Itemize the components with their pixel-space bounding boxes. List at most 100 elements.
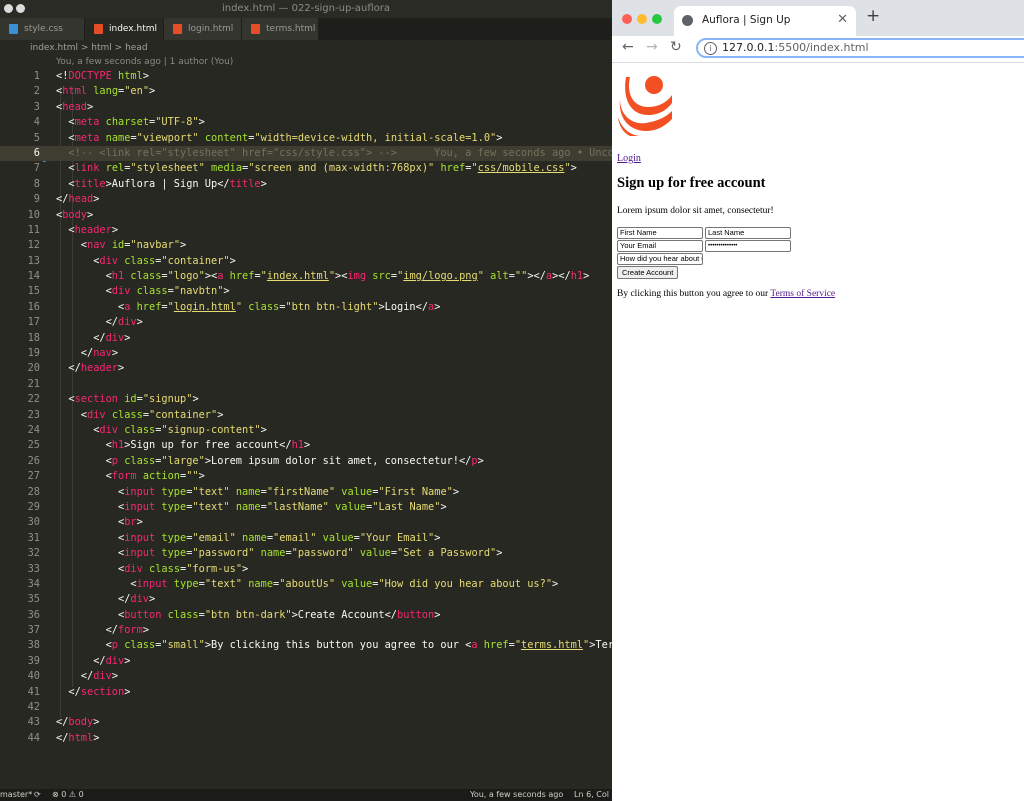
code-line[interactable]: 17 </div> (0, 315, 612, 330)
editor-window-title: index.html — 022-sign-up-auflora (221, 3, 391, 14)
code-line[interactable]: 36 <button class="btn btn-dark">Create A… (0, 608, 612, 623)
browser-tab-title: Auflora | Sign Up (702, 14, 791, 26)
code-line[interactable]: 25 <h1>Sign up for free account</h1> (0, 438, 612, 453)
code-line[interactable]: 13 <div class="container"> (0, 254, 612, 269)
login-link[interactable]: Login (617, 153, 641, 164)
close-window-button[interactable] (622, 14, 632, 24)
blame-status[interactable]: You, a few seconds ago (470, 789, 563, 801)
code-line[interactable]: 24 <div class="signup-content"> (0, 423, 612, 438)
breadcrumb-html[interactable]: html (91, 43, 112, 53)
back-button[interactable]: ← (622, 39, 634, 55)
code-line[interactable]: 31 <input type="email" name="email" valu… (0, 531, 612, 546)
terms-of-service-link[interactable]: Terms of Service (770, 289, 835, 299)
web-page: Login Sign up for free account Lorem ips… (612, 63, 1024, 801)
code-line[interactable]: 34 <input type="text" name="aboutUs" val… (0, 577, 612, 592)
url-text[interactable]: 127.0.0.1:5500/index.html (722, 41, 869, 54)
tab-label: terms.html (266, 24, 316, 34)
code-line[interactable]: 7 <link rel="stylesheet" media="screen a… (0, 161, 612, 176)
first-name-input[interactable]: First Name (617, 227, 703, 239)
code-line[interactable]: 9 </head> (0, 192, 612, 207)
editor-tab-bar: style.css index.html login.html terms.ht… (0, 18, 612, 40)
code-line[interactable]: 41 </section> (0, 685, 612, 700)
code-line[interactable]: 3 <head> (0, 100, 612, 115)
last-name-input[interactable]: Last Name (705, 227, 791, 239)
terms-notice-text: By clicking this button you agree to our (617, 289, 771, 299)
breadcrumb-separator: > (80, 43, 89, 53)
code-line[interactable]: 22 <section id="signup"> (0, 392, 612, 407)
breadcrumb[interactable]: index.html > html > head (0, 40, 612, 56)
code-line[interactable]: 30 <br> (0, 515, 612, 530)
html-file-icon (173, 24, 182, 34)
code-line[interactable]: 43 </body> (0, 715, 612, 730)
code-line[interactable]: 39 </div> (0, 654, 612, 669)
forward-button[interactable]: → (646, 39, 658, 55)
code-line[interactable]: 35 </div> (0, 592, 612, 607)
minimize-window-button[interactable] (637, 14, 647, 24)
code-line[interactable]: 10 <body> (0, 208, 612, 223)
code-line[interactable]: 14 <h1 class="logo"><a href="index.html"… (0, 269, 612, 284)
tab-login-html[interactable]: login.html (164, 18, 241, 40)
css-file-icon (9, 24, 18, 34)
reload-button[interactable]: ↻ (670, 39, 682, 55)
code-line[interactable]: 37 </form> (0, 623, 612, 638)
html-file-icon (94, 24, 103, 34)
html-file-icon (251, 24, 260, 34)
tab-label: index.html (109, 24, 157, 34)
code-line[interactable]: 26 <p class="large">Lorem ipsum dolor si… (0, 454, 612, 469)
code-area[interactable]: 1 <!DOCTYPE html> 2 <html lang="en"> 3 <hea… (0, 69, 612, 746)
code-line[interactable]: 44 </html> (0, 731, 612, 746)
code-line[interactable]: 5 <meta name="viewport" content="width=d… (0, 131, 612, 146)
code-line[interactable]: 33 <div class="form-us"> (0, 562, 612, 577)
problems-count[interactable]: ⊗ 0 ⚠ 0 (52, 789, 84, 801)
git-blame-annotation[interactable]: You, a few seconds ago | 1 author (You) (56, 57, 233, 67)
code-line[interactable]: 4 <meta charset="UTF-8"> (0, 115, 612, 130)
code-line[interactable]: 23 <div class="container"> (0, 408, 612, 423)
git-branch[interactable]: master* (0, 789, 32, 801)
url-host: 127.0.0.1 (722, 41, 775, 54)
code-line[interactable]: 2 <html lang="en"> (0, 84, 612, 99)
code-line[interactable]: 40 </div> (0, 669, 612, 684)
about-us-input[interactable]: How did you hear about us? (617, 253, 703, 265)
code-line[interactable]: 27 <form action=""> (0, 469, 612, 484)
code-line[interactable]: 38 <p class="small">By clicking this but… (0, 638, 612, 653)
address-bar[interactable]: i 127.0.0.1:5500/index.html (696, 38, 1024, 58)
browser-tab-bar: Auflora | Sign Up ✕ + (612, 0, 1024, 36)
close-tab-icon[interactable]: ✕ (837, 12, 848, 27)
info-icon[interactable]: i (704, 42, 717, 55)
code-line[interactable]: 20 </header> (0, 361, 612, 376)
code-line[interactable]: 16 <a href="login.html" class="btn btn-l… (0, 300, 612, 315)
code-line[interactable]: 29 <input type="text" name="lastName" va… (0, 500, 612, 515)
minimize-window-icon[interactable] (16, 4, 25, 13)
tab-style-css[interactable]: style.css (0, 18, 84, 40)
breadcrumb-head[interactable]: head (125, 43, 147, 53)
code-line[interactable]: 15 <div class="navbtn"> (0, 284, 612, 299)
maximize-window-button[interactable] (652, 14, 662, 24)
code-line[interactable]: 1 <!DOCTYPE html> (0, 69, 612, 84)
browser-toolbar: ← → ↻ i 127.0.0.1:5500/index.html (612, 36, 1024, 63)
tab-index-html[interactable]: index.html (85, 18, 163, 40)
create-account-button[interactable]: Create Account (617, 266, 679, 279)
code-line[interactable]: 32 <input type="password" name="password… (0, 546, 612, 561)
tab-label: style.css (24, 24, 63, 34)
code-line[interactable]: 12 <nav id="navbar"> (0, 238, 612, 253)
globe-icon (682, 15, 693, 26)
auflora-logo[interactable] (616, 73, 674, 137)
new-tab-button[interactable]: + (866, 6, 880, 26)
code-line[interactable]: 19 </nav> (0, 346, 612, 361)
browser-window: Auflora | Sign Up ✕ + ← → ↻ i 127.0.0.1:… (612, 0, 1024, 801)
sync-icon[interactable]: ⟳ (34, 789, 41, 801)
code-line[interactable]: 21 (0, 377, 612, 392)
password-input[interactable]: •••••••••••••• (705, 240, 791, 252)
code-line-current[interactable]: 6 <!-- <link rel="stylesheet" href="css/… (0, 145, 612, 162)
close-window-icon[interactable] (4, 4, 13, 13)
browser-tab[interactable]: Auflora | Sign Up ✕ (674, 6, 856, 36)
code-line[interactable]: 18 </div> (0, 331, 612, 346)
cursor-position[interactable]: Ln 6, Col 4 (574, 789, 612, 801)
breadcrumb-file[interactable]: index.html (30, 43, 78, 53)
code-line[interactable]: 28 <input type="text" name="firstName" v… (0, 485, 612, 500)
tab-terms-html[interactable]: terms.html (242, 18, 318, 40)
code-line[interactable]: 8 <title>Auflora | Sign Up</title> (0, 177, 612, 192)
code-line[interactable]: 11 <header> (0, 223, 612, 238)
code-line[interactable]: 42 (0, 700, 612, 715)
email-input[interactable]: Your Email (617, 240, 703, 252)
